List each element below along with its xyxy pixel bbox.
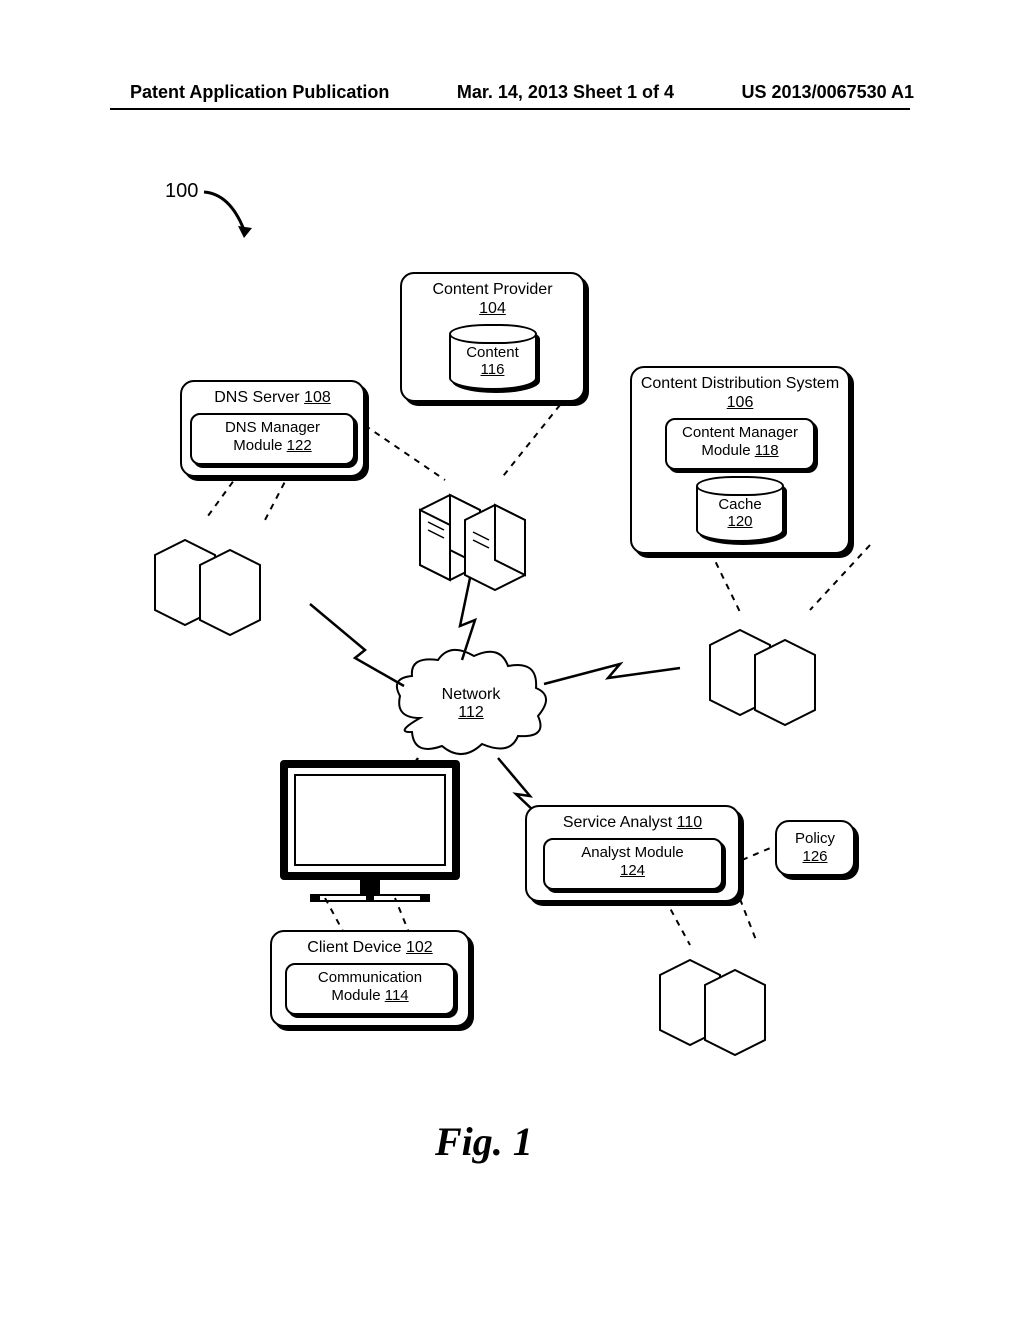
header-rule bbox=[110, 108, 910, 110]
client-device-box: Client Device 102 Communication Module 1… bbox=[270, 930, 470, 1027]
pub-number: US 2013/0067530 A1 bbox=[742, 82, 914, 103]
figure-label: Fig. 1 bbox=[435, 1118, 533, 1165]
service-analyst-title: Service Analyst 110 bbox=[535, 813, 730, 832]
communication-module: Communication Module 114 bbox=[285, 963, 455, 1015]
pub-date-sheet: Mar. 14, 2013 Sheet 1 of 4 bbox=[457, 82, 674, 103]
service-analyst-box: Service Analyst 110 Analyst Module124 bbox=[525, 805, 740, 902]
pub-type: Patent Application Publication bbox=[130, 82, 389, 103]
page-header: Patent Application Publication Mar. 14, … bbox=[0, 82, 1024, 103]
policy-title: Policy126 bbox=[783, 830, 847, 866]
analyst-module: Analyst Module124 bbox=[543, 838, 723, 890]
policy-box: Policy126 bbox=[775, 820, 855, 876]
client-title: Client Device 102 bbox=[280, 938, 460, 957]
lightning-connections bbox=[110, 180, 910, 1080]
monitor-icon bbox=[275, 760, 465, 902]
